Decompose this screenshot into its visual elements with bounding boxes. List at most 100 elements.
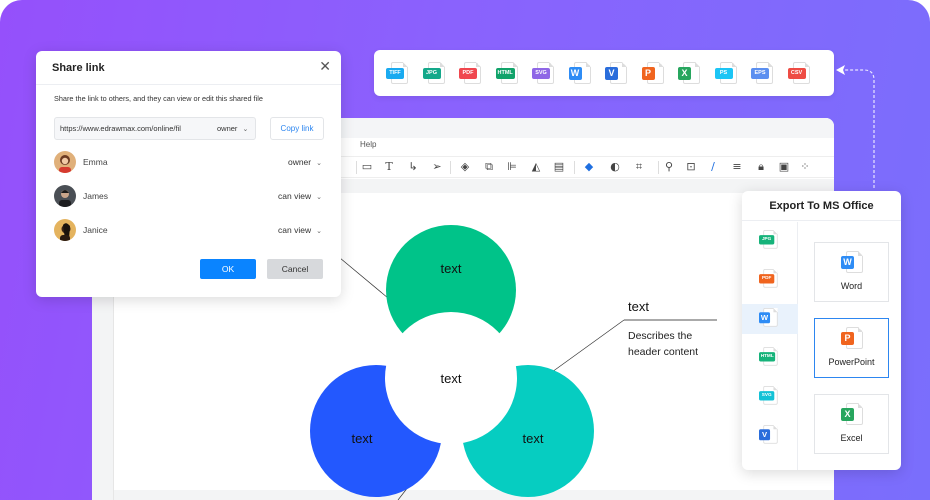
file-type-badge: V [605,67,618,80]
file-type-badge: SVG [759,391,775,401]
bottom-bar [114,490,834,500]
user-permission-select[interactable]: can view ⌄ [278,225,322,235]
format-csv-icon[interactable]: CSV [787,62,812,86]
user-permission-select[interactable]: can view ⌄ [278,191,322,201]
file-w-icon: W [759,308,779,328]
more-icon[interactable]: ⁘ [798,160,812,174]
format-x-icon[interactable]: X [678,62,702,86]
export-option-powerpoint[interactable]: P PowerPoint [814,318,889,378]
flip-icon[interactable]: ◭ [529,160,543,174]
file-type-badge: HTML [495,68,515,79]
format-eps-icon[interactable]: EPS [751,62,775,86]
file-type-badge: PDF [459,68,477,79]
file-type-badge: PDF [759,274,775,284]
file-type-badge: HTML [759,352,776,362]
export-format-list: JPG PDF W HTML SVG V [742,222,798,470]
format-html-icon[interactable]: HTML [495,62,520,86]
file-type-badge: SVG [532,68,550,79]
format-p-icon[interactable]: P [641,62,666,86]
lock-icon[interactable]: 🔒︎ [754,160,768,174]
format-ps-icon[interactable]: PS [714,62,739,86]
link-permission-value: owner [217,124,238,133]
file-type-badge: X [841,408,854,421]
file-jpg-icon: JPG [759,230,779,250]
format-jpg-icon[interactable]: JPG [422,62,447,86]
word-file-icon: W [841,251,865,275]
search-icon[interactable]: ⚲ [662,160,676,174]
export-format-item[interactable]: SVG [742,382,798,412]
format-svg-icon[interactable]: SVG [532,62,556,86]
export-option-label: PowerPoint [828,357,875,367]
export-format-item[interactable]: PDF [742,265,798,295]
user-permission-value: can view [278,225,312,235]
avatar [54,185,76,207]
share-link-field[interactable]: https://www.edrawmax.com/online/fil owne… [54,117,256,140]
user-permission-select[interactable]: owner ⌄ [288,157,322,167]
export-format-item[interactable]: W [742,304,798,334]
format-w-icon[interactable]: W [568,62,593,86]
excel-file-icon: X [841,403,865,427]
file-type-badge: W [841,256,854,269]
export-option-excel[interactable]: X Excel [814,394,889,454]
pointer-icon[interactable]: ➢ [430,160,444,174]
file-type-badge: P [841,332,854,345]
user-row: James can view ⌄ [54,185,326,209]
file-type-badge: P [641,67,655,80]
share-link-dialog: Share link ✕ Share the link to others, a… [36,51,341,297]
menu-help[interactable]: Help [360,140,376,149]
line-style-icon[interactable]: ≡ [730,160,744,174]
file-svg-icon: SVG [759,386,779,406]
export-ms-office-panel: Export To MS Office JPG PDF W HTML SVG V W Wor… [742,191,901,470]
user-row: Emma owner ⌄ [54,151,326,175]
export-panel-title: Export To MS Office [742,191,901,221]
file-pdf-icon: PDF [759,269,779,289]
file-type-badge: W [568,67,582,80]
export-format-item[interactable]: JPG [742,226,798,256]
layers-icon[interactable]: ◈ [458,160,472,174]
shape-style-icon[interactable]: ◐ [608,160,622,174]
user-permission-value: can view [278,191,312,201]
file-type-badge: W [759,312,771,324]
rectangle-icon[interactable]: ▭ [360,160,374,174]
user-name: Emma [83,157,108,167]
chevron-down-icon: ⌄ [316,194,322,201]
text-icon[interactable]: T [382,160,396,174]
ok-button[interactable]: OK [200,259,256,279]
align-icon[interactable]: ⊫ [505,160,519,174]
crop-icon[interactable]: ⌗ [632,160,646,174]
avatar [54,219,76,241]
file-type-badge: CSV [787,68,806,79]
file-type-badge: EPS [751,68,769,79]
format-painter-icon[interactable]: ⊡ [684,160,698,174]
arrange-icon[interactable]: ▤ [552,160,566,174]
powerpoint-file-icon: P [841,327,865,351]
format-v-icon[interactable]: V [605,62,629,86]
group-icon[interactable]: ⧉ [482,160,496,174]
format-pdf-icon[interactable]: PDF [459,62,483,86]
format-tiff-icon[interactable]: TIFF [386,62,410,86]
user-permission-value: owner [287,157,312,167]
link-permission-select[interactable]: owner ⌄ [217,124,248,133]
file-v-icon: V [759,425,779,445]
file-type-badge: JPG [759,235,775,245]
file-type-badge: PS [714,68,733,79]
export-option-word[interactable]: W Word [814,242,889,302]
frame-icon[interactable]: ▣ [777,160,791,174]
file-type-badge: X [678,67,691,80]
chevron-down-icon: ⌄ [316,228,322,235]
file-type-badge: JPG [422,68,441,79]
line-color-icon[interactable]: ∕ [706,160,720,174]
cancel-button[interactable]: Cancel [267,259,323,279]
connector-icon[interactable]: ↳ [406,160,420,174]
copy-link-button[interactable]: Copy link [270,117,324,140]
share-description: Share the link to others, and they can v… [54,94,263,103]
close-icon[interactable]: ✕ [319,58,331,75]
user-name: James [83,191,109,201]
export-format-item[interactable]: V [742,421,798,451]
export-option-label: Excel [840,433,863,443]
share-link-url[interactable]: https://www.edrawmax.com/online/fil [60,124,181,133]
fill-color-icon[interactable]: ◆ [582,160,596,174]
export-format-item[interactable]: HTML [742,343,798,373]
chevron-down-icon: ⌄ [242,126,249,133]
export-formats-bar: TIFF JPG PDF HTML SVG W V P X PS EPS CSV [374,50,834,96]
